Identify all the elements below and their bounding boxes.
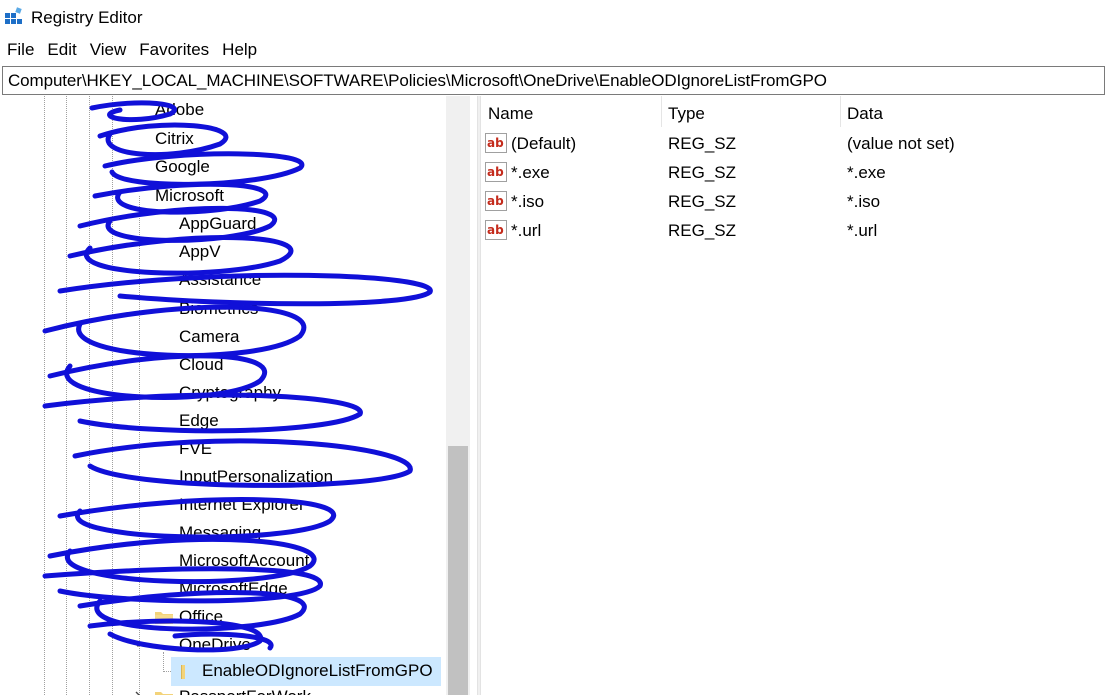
tree-item-label: Microsoft: [155, 186, 224, 205]
string-value-icon: ab: [485, 162, 507, 182]
tree-item-label: Google: [155, 157, 210, 176]
value-row[interactable]: ab *.url REG_SZ *.url: [482, 216, 1107, 245]
chevron-right-icon[interactable]: [133, 691, 143, 695]
svg-text:ab: ab: [487, 136, 504, 150]
svg-text:ab: ab: [487, 223, 504, 237]
tree-item-label: Internet Explorer: [179, 495, 305, 514]
value-type: REG_SZ: [668, 163, 737, 182]
column-separator[interactable]: [661, 96, 662, 127]
tree-item-label: Assistance: [179, 270, 262, 289]
value-name: *.iso: [511, 192, 545, 211]
tree-item-label: Cloud: [179, 355, 224, 374]
column-separator[interactable]: [840, 96, 841, 127]
menu-favorites[interactable]: Favorites: [132, 38, 215, 62]
key-tree-pane[interactable]: Adobe Citrix Google Microsoft AppGuard A…: [0, 96, 470, 695]
value-type: REG_SZ: [668, 134, 737, 153]
tree-guide-line: [163, 652, 164, 672]
address-path[interactable]: Computer\HKEY_LOCAL_MACHINE\SOFTWARE\Pol…: [8, 71, 827, 91]
value-row[interactable]: ab (Default) REG_SZ (value not set): [482, 129, 1107, 158]
value-data: *.url: [847, 221, 878, 240]
tree-item-label: AppV: [179, 242, 221, 261]
scrollbar-thumb[interactable]: [448, 446, 468, 695]
value-data: *.iso: [847, 192, 881, 211]
menu-bar: File Edit View Favorites Help: [0, 38, 263, 62]
value-name: *.exe: [511, 163, 550, 182]
tree-guide-line: [89, 96, 90, 695]
tree-item-label: OneDrive: [179, 635, 251, 654]
tree-item-label: Biometrics: [179, 299, 259, 318]
values-list-pane[interactable]: Name Type Data ab (Default) REG_SZ (valu…: [482, 96, 1107, 695]
value-name: *.url: [511, 221, 542, 240]
tree-item-label: MicrosoftAccount: [179, 551, 310, 570]
menu-view[interactable]: View: [83, 38, 133, 62]
registry-editor-icon: [5, 7, 22, 24]
string-value-icon: ab: [485, 191, 507, 211]
value-row[interactable]: ab *.iso REG_SZ *.iso: [482, 187, 1107, 216]
tree-guide-line: [112, 96, 113, 695]
menu-help[interactable]: Help: [215, 38, 263, 62]
string-value-icon: ab: [485, 220, 507, 240]
tree-item-label: InputPersonalization: [179, 467, 334, 486]
menu-edit[interactable]: Edit: [40, 38, 82, 62]
value-name: (Default): [511, 134, 577, 153]
tree-scrollbar[interactable]: [446, 96, 470, 695]
tree-item-label: Cryptography: [179, 383, 282, 402]
value-row[interactable]: ab *.exe REG_SZ *.exe: [482, 158, 1107, 187]
tree-item-label: AppGuard: [179, 214, 257, 233]
title-bar: Registry Editor: [0, 0, 1107, 36]
tree-item-selected[interactable]: EnableODIgnoreListFromGPO: [171, 657, 441, 686]
column-header-type[interactable]: Type: [668, 96, 705, 129]
tree-item-label: Citrix: [155, 129, 194, 148]
value-type: REG_SZ: [668, 192, 737, 211]
value-data: *.exe: [847, 163, 886, 182]
tree-item-label: MicrosoftEdge: [179, 579, 288, 598]
tree-item-label: PassportForWork: [179, 687, 311, 695]
value-data: (value not set): [847, 134, 955, 153]
window-title: Registry Editor: [31, 8, 143, 27]
svg-text:ab: ab: [487, 165, 504, 179]
tree-item-label: Messaging: [179, 523, 262, 542]
column-header-name[interactable]: Name: [488, 96, 533, 129]
string-value-icon: ab: [485, 133, 507, 153]
tree-guide-line: [139, 196, 140, 695]
tree-item-label: FVE: [179, 439, 213, 458]
tree-item-label: Office: [179, 607, 224, 626]
folder-icon: [175, 664, 193, 679]
folder-icon: [155, 690, 173, 695]
column-header-data[interactable]: Data: [847, 96, 883, 129]
svg-text:ab: ab: [487, 194, 504, 208]
folder-icon: [155, 610, 173, 624]
tree-guide-line: [66, 96, 67, 695]
tree-guide-line: [44, 96, 45, 695]
tree-item-label: Adobe: [155, 100, 205, 119]
chevron-down-icon[interactable]: [133, 639, 143, 649]
menu-file[interactable]: File: [0, 38, 40, 62]
pane-splitter[interactable]: [477, 96, 481, 695]
value-type: REG_SZ: [668, 221, 737, 240]
tree-item-label: EnableODIgnoreListFromGPO: [202, 661, 433, 680]
address-bar[interactable]: Computer\HKEY_LOCAL_MACHINE\SOFTWARE\Pol…: [2, 66, 1105, 95]
tree-item-label: Camera: [179, 327, 240, 346]
tree-item-label: Edge: [179, 411, 219, 430]
